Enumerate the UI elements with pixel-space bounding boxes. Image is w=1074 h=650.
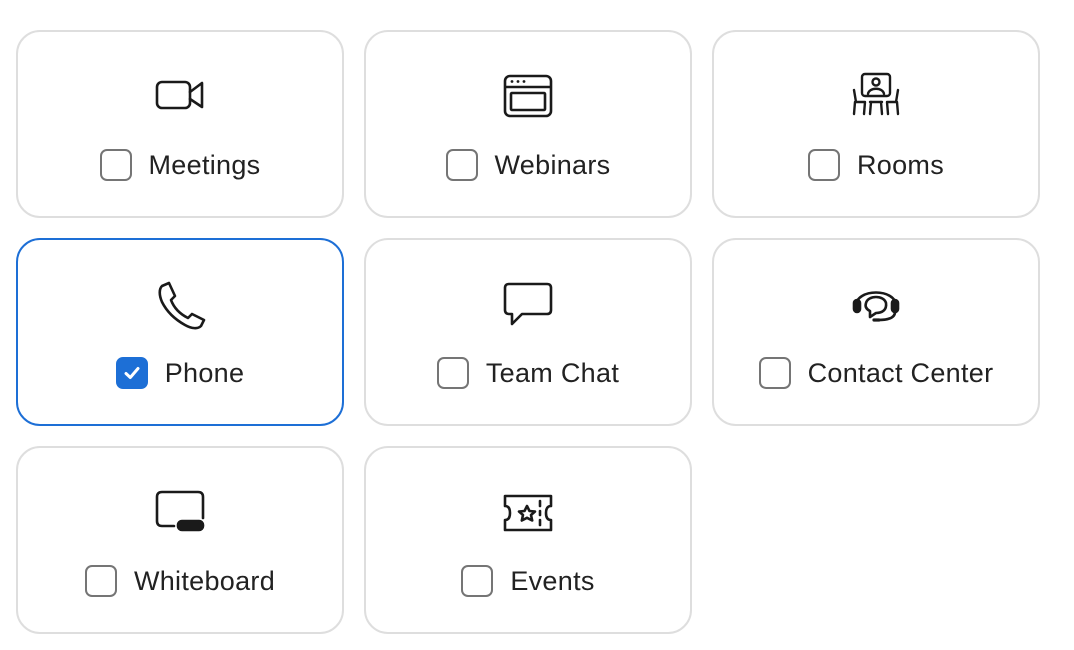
webinars-checkbox[interactable] [445,149,478,181]
product-card-contact-center[interactable]: Contact Center [712,238,1040,426]
whiteboard-icon [152,488,208,538]
product-card-meetings[interactable]: Meetings [16,30,344,218]
contact-center-checkbox[interactable] [758,357,791,389]
product-card-team-chat[interactable]: Team Chat [364,238,692,426]
phone-icon [152,280,208,330]
meetings-checkbox[interactable] [99,149,132,181]
meetings-label: Meetings [148,149,261,180]
video-camera-icon [152,72,208,122]
product-card-whiteboard[interactable]: Whiteboard [16,446,344,634]
product-card-phone[interactable]: Phone [16,238,344,426]
team-chat-label: Team Chat [485,357,620,388]
events-checkbox[interactable] [461,565,494,597]
rooms-checkbox[interactable] [807,149,840,181]
team-chat-checkbox[interactable] [436,357,469,389]
browser-window-icon [500,72,556,122]
phone-checkbox[interactable] [115,357,148,389]
whiteboard-label: Whiteboard [133,565,276,596]
contact-center-label: Contact Center [807,357,994,388]
conference-room-icon [848,72,904,122]
headset-icon [848,280,904,330]
phone-label: Phone [164,357,245,388]
product-card-webinars[interactable]: Webinars [364,30,692,218]
whiteboard-checkbox[interactable] [84,565,117,597]
event-ticket-icon [500,488,556,538]
rooms-label: Rooms [856,149,945,180]
product-selection-grid: Meetings Webinars Rooms Phone Team Chat … [16,30,1040,634]
product-card-events[interactable]: Events [364,446,692,634]
webinars-label: Webinars [494,149,611,180]
events-label: Events [510,565,595,596]
chat-bubble-icon [500,280,556,330]
product-card-rooms[interactable]: Rooms [712,30,1040,218]
